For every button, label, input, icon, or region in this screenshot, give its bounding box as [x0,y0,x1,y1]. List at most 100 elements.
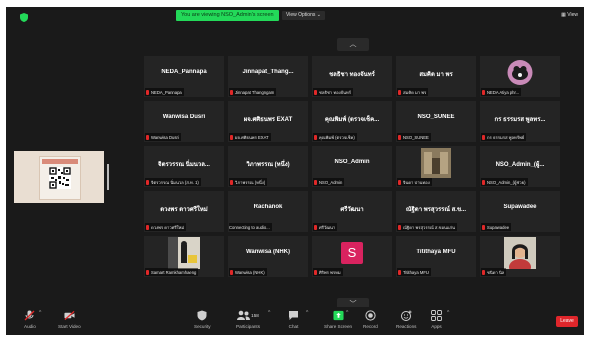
participant-tile[interactable]: NEDA_Pannapa NEDA_Pannapa [144,56,224,97]
participant-name: คุณพิมพ์ (ตรวจเช็ค... [324,117,380,123]
start-video-label: Start Video [58,324,81,329]
mic-muted-icon [146,269,149,275]
participant-label: จินดา ปานทอง [397,178,432,186]
mic-muted-icon [146,134,149,140]
participant-tile[interactable]: Rachanok Connecting to audio... [228,191,308,232]
shared-document [39,156,81,200]
participant-tile[interactable]: สมคิด มา พร สมคิด มา พร [396,56,476,97]
start-video-button[interactable]: Start Video [58,310,81,329]
screen-share-banner: You are viewing NSO_Admin's screen [176,10,279,21]
participant-label: NSO_Admin_(ผู้ช่วย) [481,178,528,186]
participant-name: ผจ.ศศิธนพร EXAT [243,117,293,123]
participant-tile[interactable]: Wanwisa Dusri Wanwisa Dusri [144,101,224,142]
security-button[interactable]: Security [194,310,211,329]
participant-tile[interactable]: NEDA Atiya phr... [480,56,560,97]
participant-tile[interactable]: NSO_Admin_(ผู้... NSO_Admin_(ผู้ช่วย) [480,146,560,187]
record-button[interactable]: Record [363,310,378,329]
participant-grid: NEDA_Pannapa NEDA_Pannapa Jinnapat_Thang.… [144,56,560,277]
participant-tile[interactable]: Jinnapat_Thang... Jinnapat Thangngam [228,56,308,97]
chevron-up-icon[interactable]: ^ [447,310,449,316]
participant-name: Titithaya MFU [416,249,456,255]
participant-tile[interactable]: Samart Ramkhamhaeng [144,236,224,277]
participant-label: ชลธิชา ทองจันทร์ [313,88,353,96]
participant-label: คุณพิมพ์ (ตรวจเช็ค) [313,133,357,141]
chat-label: Chat [288,324,299,329]
participant-tile[interactable]: คุณพิมพ์ (ตรวจเช็ค... คุณพิมพ์ (ตรวจเช็ค) [312,101,392,142]
chevron-up-icon[interactable]: ^ [346,310,348,316]
shield-icon[interactable] [20,13,28,22]
leave-button[interactable]: Leave [556,316,578,327]
participant-tile[interactable]: ผจ.ศศิธนพร EXAT ผจ.ศศิธนพร EXAT [228,101,308,142]
mic-muted-icon [482,179,485,185]
mic-muted-icon [314,224,317,230]
participant-tile[interactable]: NSO_Admin NSO_Admin [312,146,392,187]
security-label: Security [194,324,211,329]
mic-muted-icon [230,179,233,185]
participants-label: Participants [236,324,261,329]
resize-handle[interactable] [107,164,109,190]
participant-name: NSO_Admin [334,159,370,165]
smiley-plus-icon [400,310,412,321]
participant-label: ชนิดา นิล [481,268,507,276]
apps-button[interactable]: Apps [431,310,442,329]
participant-tile[interactable]: S ศิริพร พรหม [312,236,392,277]
audio-button[interactable]: Audio [24,310,36,329]
page-up-button[interactable]: ︿ [337,38,369,51]
participant-label: Wanwisa Dusri [145,133,181,141]
participant-tile[interactable]: จิตรวรรณ นิ่มนวล... จิตรวรรณ นิ่มนวล (ส.ท… [144,146,224,187]
participant-name: NSO_Admin_(ผู้... [495,162,545,168]
participant-tile[interactable]: Titithaya MFU Titithaya MFU [396,236,476,277]
participant-label: Titithaya MFU [397,268,431,276]
participant-label: ดวงพร ดาวศรีใหม่ [145,223,187,231]
participant-tile[interactable]: Supawadee Supawadee [480,191,560,232]
participant-label: Jinnapat Thangngam [229,88,277,96]
participant-tile[interactable]: Wanwisa (NHK) Wanwisa (NHK) [228,236,308,277]
participant-label: วิภาพรรณ (หนึ่ง) [229,178,268,186]
mic-muted-icon [314,269,317,275]
mic-muted-icon [314,134,317,140]
participant-tile[interactable]: ณัฐิดา พรสุวรรณ์ ส.ข... ณัฐิดา พรสุวรรณ์ … [396,191,476,232]
reactions-button[interactable]: Reactions [396,310,416,329]
apps-icon [431,310,442,321]
participant-label: สมคิด มา พร [397,88,429,96]
mic-muted-icon [314,179,317,185]
chevron-down-icon: ⌄ [316,12,321,18]
participant-tile[interactable]: กร ธรรมรส พูลทร... กร ธรรมรส พูลทรัพย์ [480,101,560,142]
record-label: Record [363,324,378,329]
participant-label: ศิริพร พรหม [313,268,343,276]
shared-document-header [42,159,78,164]
participant-tile[interactable]: จินดา ปานทอง [396,146,476,187]
participant-name: ศรีวัฒนา [340,207,364,213]
participant-name: ณัฐิดา พรสุวรรณ์ ส.ข... [405,207,467,213]
participant-tile[interactable]: ชลธิชา ทองจันทร์ ชลธิชา ทองจันทร์ [312,56,392,97]
participant-name: Wanwisa (NHK) [245,249,291,255]
chevron-up-icon[interactable]: ^ [268,310,270,316]
chevron-up-icon[interactable]: ^ [39,310,41,316]
profile-photo-avatar [507,60,533,85]
microphone-muted-icon [24,310,35,321]
participant-tile[interactable]: NSO_SUNEE NSO_SUNEE [396,101,476,142]
view-options-button[interactable]: View Options ⌄ [282,11,325,20]
participant-tile[interactable]: ศรีวัฒนา ศรีวัฒนา [312,191,392,232]
participants-button[interactable]: 158 Participants [236,310,260,329]
participant-tile[interactable]: ดวงพร ดาวศรีใหม่ ดวงพร ดาวศรีใหม่ [144,191,224,232]
mic-muted-icon [146,224,149,230]
share-screen-icon [333,310,344,321]
mic-muted-icon [398,269,401,275]
chat-button[interactable]: Chat [288,310,299,329]
participant-name: ดวงพร ดาวศรีใหม่ [160,207,208,213]
participant-tile[interactable]: วิภาพรรณ (หนึ่ง) วิภาพรรณ (หนึ่ง) [228,146,308,187]
participant-name: วิภาพรรณ (หนึ่ง) [246,162,290,168]
shield-icon [197,310,207,321]
participant-label: Supawadee [481,223,512,231]
mic-muted-icon [230,89,233,95]
participant-name: NEDA_Pannapa [161,69,207,75]
view-button[interactable]: ▦ View [561,12,578,18]
participant-tile[interactable]: ชนิดา นิล [480,236,560,277]
participant-label: Wanwisa (NHK) [229,268,267,276]
participant-name: NSO_SUNEE [417,114,455,120]
shared-screen-thumbnail[interactable] [14,151,104,203]
participant-label: Samart Ramkhamhaeng [145,268,199,276]
participant-name: Supawadee [503,204,537,210]
chevron-up-icon[interactable]: ^ [306,310,308,316]
